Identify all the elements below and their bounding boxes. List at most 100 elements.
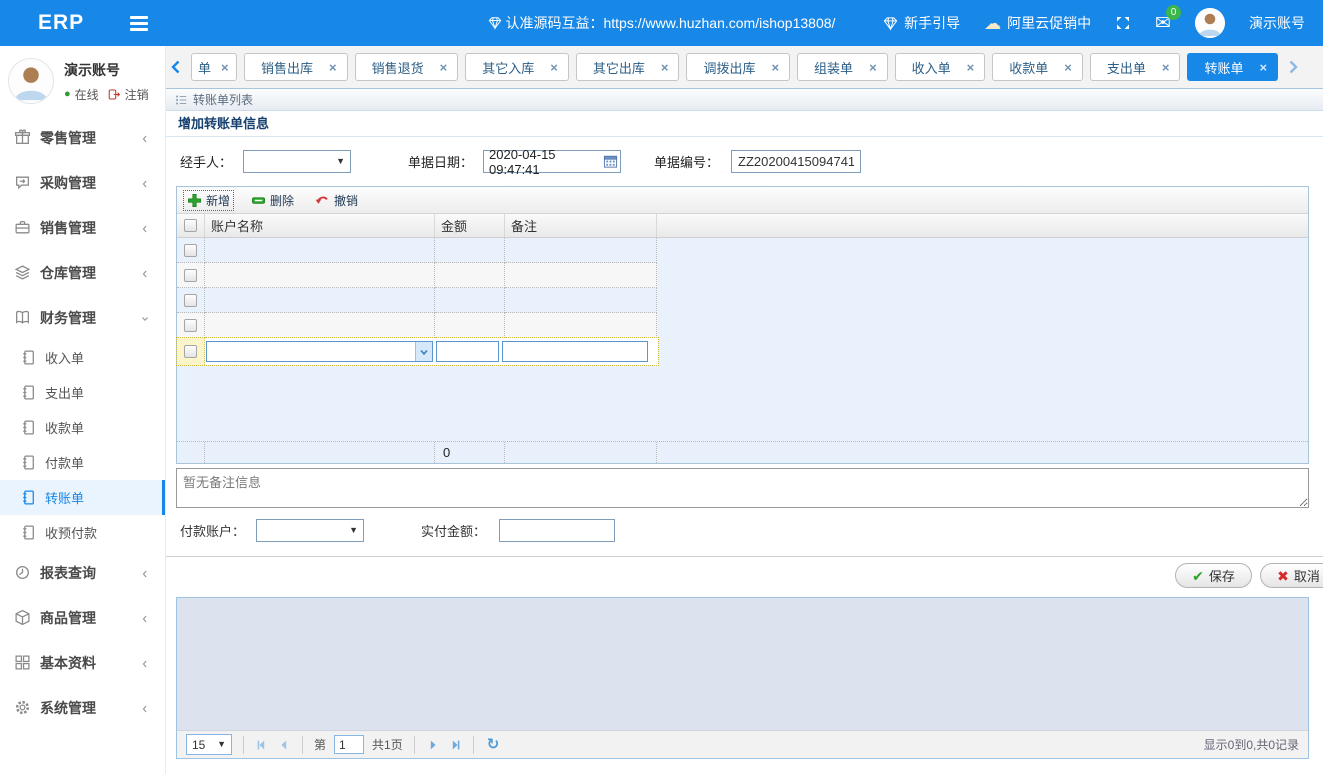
logout-link[interactable]: 注销 (125, 86, 149, 103)
messages-button[interactable]: ✉ 0 (1155, 14, 1171, 33)
undo-icon (315, 193, 330, 208)
tab-receipt[interactable]: 收款单× (992, 53, 1083, 81)
cancel-button[interactable]: ✖ 取消 (1260, 563, 1323, 588)
sidebar-item-prepayment[interactable]: 收预付款 (0, 515, 165, 550)
select-all-checkbox[interactable] (184, 219, 197, 232)
column-header-account[interactable]: 账户名称 (205, 214, 435, 237)
tab-sales-return[interactable]: 销售退货× (355, 53, 459, 81)
caret-down-icon: ▼ (349, 526, 358, 535)
sidebar-item-sales[interactable]: 销售管理 (0, 205, 165, 250)
sidebar-item-receipt-order[interactable]: 收款单 (0, 410, 165, 445)
sidebar-item-purchase[interactable]: 采购管理 (0, 160, 165, 205)
order-remark-textarea[interactable]: 暂无备注信息 (176, 468, 1309, 508)
tab-expense[interactable]: 支出单× (1090, 53, 1181, 81)
close-icon[interactable]: × (221, 61, 229, 74)
sidebar-item-retail[interactable]: 零售管理 (0, 115, 165, 160)
doc-icon (20, 489, 37, 506)
add-row-button[interactable]: 新增 (184, 191, 233, 210)
account-name[interactable]: 演示账号 (1249, 13, 1305, 33)
amount-input[interactable] (436, 341, 499, 362)
order-number-input[interactable] (731, 150, 861, 173)
close-icon[interactable]: × (869, 61, 877, 74)
promo-link[interactable]: ☁ 阿里云促销中 (984, 13, 1091, 33)
table-row[interactable] (177, 263, 658, 288)
grid-toolbar: 新增 删除 撤销 (177, 187, 1308, 214)
row-checkbox[interactable] (184, 345, 197, 358)
sidebar-item-income-order[interactable]: 收入单 (0, 340, 165, 375)
pay-amount-input[interactable] (499, 519, 615, 542)
tab-scroll-right-icon[interactable] (1285, 59, 1301, 75)
account-select[interactable] (206, 341, 433, 362)
tab-assembly[interactable]: 组装单× (797, 53, 888, 81)
row-checkbox[interactable] (184, 319, 197, 332)
plus-icon (187, 193, 202, 208)
topbar-right: 新手引导 ☁ 阿里云促销中 ✉ 0 演示账号 (883, 8, 1305, 38)
chevron-left-icon (139, 222, 151, 234)
first-page-button[interactable] (255, 738, 269, 752)
column-header-amount[interactable]: 金额 (435, 214, 505, 237)
close-icon[interactable]: × (329, 61, 337, 74)
sidebar-item-finance[interactable]: 财务管理 (0, 295, 165, 340)
row-checkbox[interactable] (184, 294, 197, 307)
tab-scroll-left-icon[interactable] (168, 59, 184, 75)
pagination-bar: 15 ▼ 第 共1页 ↻ 显示0到0,共0记录 (177, 731, 1308, 758)
tab-transfer-order-active[interactable]: 转账单× (1187, 53, 1278, 81)
sidebar-item-system[interactable]: 系统管理 (0, 685, 165, 730)
page-size-select[interactable]: 15 ▼ (186, 734, 232, 755)
chevron-down-icon (415, 342, 432, 361)
close-icon[interactable]: × (967, 61, 975, 74)
sidebar-item-expense-order[interactable]: 支出单 (0, 375, 165, 410)
save-button[interactable]: ✔ 保存 (1175, 563, 1252, 588)
sidebar-item-transfer-order[interactable]: 转账单 (0, 480, 165, 515)
tab-clipped[interactable]: 单× (191, 53, 237, 81)
action-bar: ✔ 保存 ✖ 取消 (166, 557, 1323, 594)
handler-select[interactable]: ▼ (243, 150, 351, 173)
guide-link[interactable]: 新手引导 (883, 13, 960, 33)
chevron-left-icon (139, 612, 151, 624)
close-icon[interactable]: × (771, 61, 779, 74)
avatar[interactable] (8, 58, 54, 104)
tab-income[interactable]: 收入单× (895, 53, 986, 81)
table-row[interactable] (177, 288, 658, 313)
close-icon[interactable]: × (550, 61, 558, 74)
pay-account-select[interactable]: ▼ (256, 519, 364, 542)
chevron-left-icon (139, 132, 151, 144)
close-icon[interactable]: × (661, 61, 669, 74)
table-row[interactable] (177, 313, 658, 338)
avatar[interactable] (1195, 8, 1225, 38)
sidebar-item-basic-data[interactable]: 基本资料 (0, 640, 165, 685)
cloud-icon: ☁ (984, 15, 1001, 32)
sidebar-item-reports[interactable]: 报表查询 (0, 550, 165, 595)
table-row[interactable] (177, 238, 658, 263)
last-page-button[interactable] (448, 738, 462, 752)
refresh-icon[interactable]: ↻ (487, 737, 500, 752)
close-icon[interactable]: × (440, 61, 448, 74)
close-icon[interactable]: × (1162, 61, 1170, 74)
row-checkbox[interactable] (184, 244, 197, 257)
delete-row-button[interactable]: 删除 (248, 191, 297, 210)
row-checkbox[interactable] (184, 269, 197, 282)
column-header-remark[interactable]: 备注 (505, 214, 657, 237)
close-icon[interactable]: × (1064, 61, 1072, 74)
prev-page-button[interactable] (277, 738, 291, 752)
sidebar-item-payment-order[interactable]: 付款单 (0, 445, 165, 480)
sidebar-item-warehouse[interactable]: 仓库管理 (0, 250, 165, 295)
tab-other-in[interactable]: 其它入库× (465, 53, 569, 81)
sidebar: 演示账号 ● 在线 注销 零售管理 采购管理 销售管理 (0, 46, 166, 774)
page-number-input[interactable] (334, 735, 364, 754)
sidebar-item-goods[interactable]: 商品管理 (0, 595, 165, 640)
grid-body (177, 238, 1308, 441)
remark-input[interactable] (502, 341, 648, 362)
date-input[interactable]: 2020-04-15 09:47:41 (483, 150, 621, 173)
menu-toggle-icon[interactable] (130, 16, 148, 31)
calendar-icon[interactable] (603, 154, 618, 169)
undo-button[interactable]: 撤销 (312, 191, 361, 210)
tab-transfer-out[interactable]: 调拨出库× (686, 53, 790, 81)
close-icon[interactable]: × (1260, 61, 1268, 74)
tab-other-out[interactable]: 其它出库× (576, 53, 680, 81)
user-block: 演示账号 ● 在线 注销 (0, 46, 165, 115)
page-prefix: 第 (314, 736, 326, 753)
next-page-button[interactable] (426, 738, 440, 752)
tab-sales-out[interactable]: 销售出库× (244, 53, 348, 81)
fullscreen-icon[interactable] (1115, 15, 1131, 31)
